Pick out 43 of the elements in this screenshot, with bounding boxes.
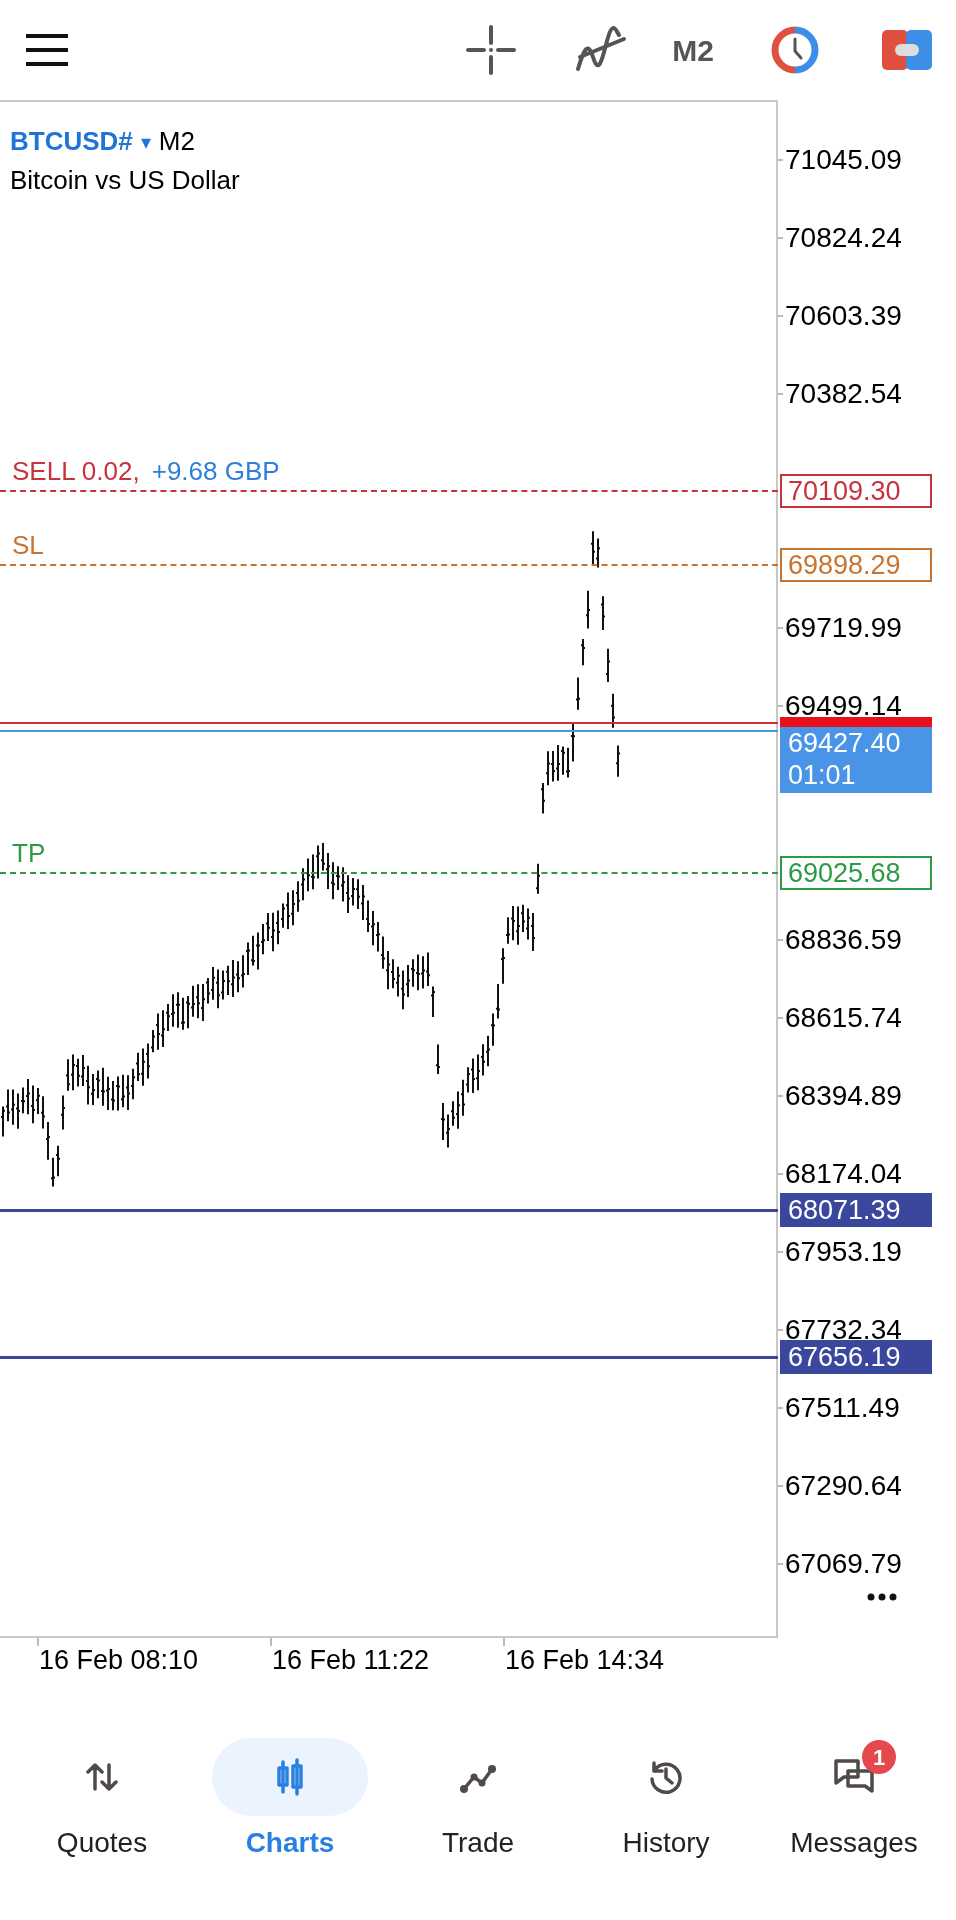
profit-value: +9.68 GBP: [151, 454, 280, 487]
price-tag: 69898.29: [780, 548, 932, 582]
axis-label: 69499.14: [785, 690, 902, 722]
more-icon[interactable]: [867, 1592, 897, 1602]
price-tag: 68071.39: [780, 1193, 932, 1228]
clock-circle-icon[interactable]: [770, 25, 820, 75]
price-tag: 67656.19: [780, 1339, 932, 1374]
dropdown-glyph[interactable]: ▾: [140, 126, 151, 157]
nav-tab[interactable]: 1 Messages: [764, 1738, 944, 1864]
axis-label: 68615.74: [785, 1002, 902, 1034]
time-label: 16 Feb 08:10: [39, 1644, 199, 1676]
toggle-icon[interactable]: [882, 30, 932, 70]
axis-label: 68174.04: [785, 1158, 902, 1190]
timeframe-button[interactable]: M2: [672, 27, 714, 73]
axis-label: 67953.19: [785, 1236, 902, 1268]
symbol-name[interactable]: BTCUSD#: [10, 122, 133, 161]
price-tag: 69025.68: [780, 856, 932, 891]
current-price: 69427.40: [788, 727, 902, 760]
axis-label: 68836.59: [785, 924, 902, 956]
unread-badge: 1: [862, 1740, 896, 1774]
time-label: 16 Feb 11:22: [272, 1644, 430, 1676]
axis-label: 68394.89: [785, 1080, 902, 1112]
axis-label: 69719.99: [785, 612, 902, 644]
nav-tab[interactable]: Quotes: [12, 1738, 192, 1864]
axis-label: 67069.79: [785, 1548, 902, 1580]
time-label: 16 Feb 14:34: [505, 1644, 665, 1676]
price-tag: 70109.30: [780, 473, 932, 508]
menu-icon[interactable]: [24, 33, 70, 67]
chart-timeframe: M2: [158, 125, 195, 158]
nav-tab[interactable]: History: [576, 1738, 756, 1864]
axis-label: 70382.54: [785, 378, 902, 410]
crosshair-icon[interactable]: [466, 25, 517, 75]
axis-label: 70824.24: [785, 222, 902, 254]
axis-label: 71045.09: [785, 144, 902, 176]
axis-label: 70603.39: [785, 300, 902, 332]
nav-tab[interactable]: Trade: [388, 1738, 568, 1864]
symbol-description: Bitcoin vs US Dollar: [10, 164, 240, 197]
level-label: SL: [12, 529, 44, 561]
level-label: SELL 0.02,: [12, 454, 140, 487]
bar-countdown: 01:01: [788, 759, 857, 792]
level-label: TP: [12, 837, 46, 870]
axis-label: 67511.49: [785, 1392, 900, 1424]
axis-label: 67290.64: [785, 1470, 902, 1502]
